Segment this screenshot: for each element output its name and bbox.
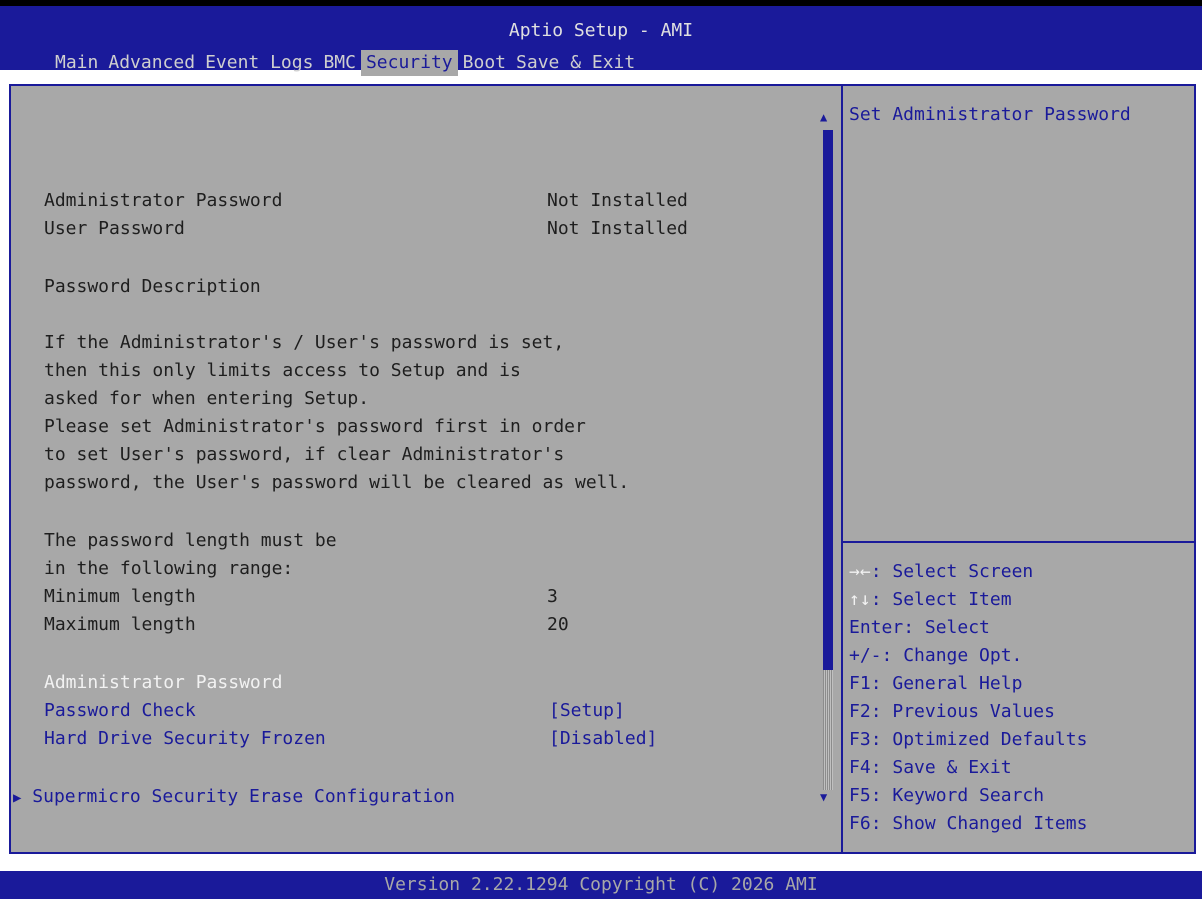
description-line: password, the User's password will be cl… (44, 472, 630, 493)
description-line: asked for when entering Setup. (44, 388, 370, 409)
password-description-title: Password Description (44, 276, 261, 297)
password-check-label[interactable]: Password Check (44, 700, 196, 721)
triangle-right-icon: ▶ (13, 790, 22, 806)
password-check-value[interactable]: [Setup] (549, 700, 625, 721)
key-help-item: F1: General Help (849, 673, 1023, 694)
hd-security-frozen-value[interactable]: [Disabled] (549, 728, 657, 749)
description-line: If the Administrator's / User's password… (44, 332, 565, 353)
key-help-item: F6: Show Changed Items (849, 813, 1088, 834)
admin-password-label: Administrator Password (44, 190, 283, 211)
max-length-label: Maximum length (44, 614, 196, 635)
key-help-item: ↑↓: Select Item (849, 589, 1012, 610)
key-help-item: F4: Save & Exit (849, 757, 1012, 778)
description-line: Please set Administrator's password firs… (44, 416, 586, 437)
key-help-item: +/-: Change Opt. (849, 645, 1023, 666)
admin-password-item[interactable]: Administrator Password (44, 672, 282, 693)
user-password-label: User Password (44, 218, 185, 239)
description-line: to set User's password, if clear Adminis… (44, 444, 565, 465)
supermicro-security-erase-submenu[interactable]: ▶ Supermicro Security Erase Configuratio… (13, 786, 455, 807)
tab-bmc[interactable]: BMC (318, 50, 361, 76)
min-length-label: Minimum length (44, 586, 196, 607)
top-bar: Aptio Setup - AMI Main Advanced Event Lo… (0, 0, 1202, 76)
tab-boot[interactable]: Boot (458, 50, 511, 76)
main-panel: Administrator Password Not Installed Use… (9, 84, 1196, 854)
key-help-item: F3: Optimized Defaults (849, 729, 1088, 750)
length-line: in the following range: (44, 558, 294, 579)
help-divider (843, 541, 1194, 543)
scroll-up-icon[interactable]: ▲ (820, 110, 827, 124)
submenu-label: Supermicro Security Erase Configuration (32, 786, 455, 807)
footer-version: Version 2.22.1294 Copyright (C) 2026 AMI (0, 871, 1202, 899)
scroll-down-icon[interactable]: ▼ (820, 790, 827, 804)
tab-advanced[interactable]: Advanced (103, 50, 200, 76)
tab-security[interactable]: Security (360, 50, 458, 76)
tab-save-exit[interactable]: Save & Exit (511, 50, 640, 76)
user-password-status: Not Installed (547, 218, 688, 239)
description-line: then this only limits access to Setup an… (44, 360, 521, 381)
app-title: Aptio Setup - AMI (508, 20, 694, 41)
tab-main[interactable]: Main (50, 50, 103, 76)
key-help-item: Enter: Select (849, 617, 990, 638)
min-length-value: 3 (547, 586, 558, 607)
tab-bar: Main Advanced Event Logs BMC Security Bo… (50, 50, 640, 76)
key-help-list: →←: Select Screen ↑↓: Select Item Enter:… (849, 558, 1087, 838)
help-text: Set Administrator Password (849, 104, 1131, 125)
length-line: The password length must be (44, 530, 337, 551)
max-length-value: 20 (547, 614, 569, 635)
key-help-item: F2: Previous Values (849, 701, 1055, 722)
scrollbar-thumb[interactable] (823, 130, 833, 670)
panel-divider-vertical (841, 86, 843, 852)
tab-event-logs[interactable]: Event Logs (200, 50, 318, 76)
key-help-item: →←: Select Screen (849, 561, 1034, 582)
hd-security-frozen-label[interactable]: Hard Drive Security Frozen (44, 728, 326, 749)
key-help-item: F5: Keyword Search (849, 785, 1045, 806)
admin-password-status: Not Installed (547, 190, 688, 211)
